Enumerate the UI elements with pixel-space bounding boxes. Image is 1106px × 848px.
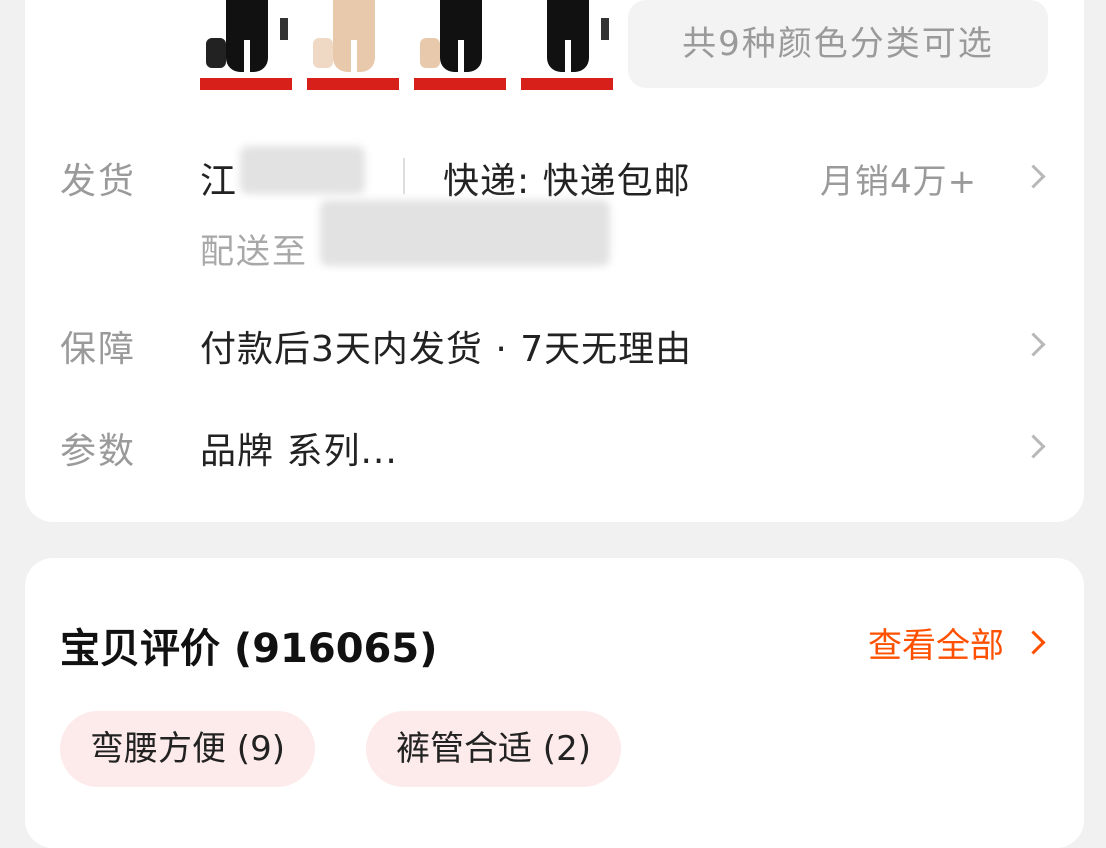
guarantee-label: 保障	[60, 329, 137, 370]
shipping-label: 发货	[60, 161, 137, 202]
monthly-sales: 月销4万+	[820, 162, 978, 202]
product-info-card: 共9种颜色分类可选 发货 江 快递: 快递包邮 月销4万+ 配送至 保障 付款后…	[25, 0, 1084, 522]
shipping-origin: 江	[200, 161, 238, 202]
guarantee-chevron-icon[interactable]	[1021, 332, 1046, 357]
guarantee-text[interactable]: 付款后3天内发货 · 7天无理由	[200, 320, 692, 372]
color-count-button[interactable]: 共9种颜色分类可选	[628, 0, 1048, 88]
redacted-address[interactable]	[320, 200, 610, 266]
divider	[403, 158, 405, 194]
params-label: 参数	[60, 431, 137, 472]
thumbnail-black-shaper-1[interactable]	[200, 0, 292, 90]
redacted-origin	[240, 146, 365, 194]
shipping-chevron-icon[interactable]	[1021, 164, 1046, 189]
params-chevron-icon[interactable]	[1021, 434, 1046, 459]
thumbnail-nude-shaper[interactable]	[307, 0, 399, 90]
thumbnail-black-shaper-3[interactable]	[521, 0, 613, 90]
params-text[interactable]: 品牌 系列...	[200, 422, 398, 474]
review-tag-bend-convenient[interactable]: 弯腰方便 (9)	[60, 711, 315, 787]
reviews-title: 宝贝评价 (916065)	[60, 626, 438, 672]
express-text: 快递: 快递包邮	[443, 161, 691, 202]
view-all-chevron-icon[interactable]	[1021, 630, 1046, 655]
review-tag-leg-fit[interactable]: 裤管合适 (2)	[366, 711, 621, 787]
reviews-card: 宝贝评价 (916065) 查看全部 弯腰方便 (9) 裤管合适 (2)	[25, 558, 1084, 848]
deliver-to-label: 配送至	[200, 232, 308, 272]
thumbnail-black-shaper-2[interactable]	[414, 0, 506, 90]
view-all-reviews-link[interactable]: 查看全部	[868, 618, 1004, 667]
